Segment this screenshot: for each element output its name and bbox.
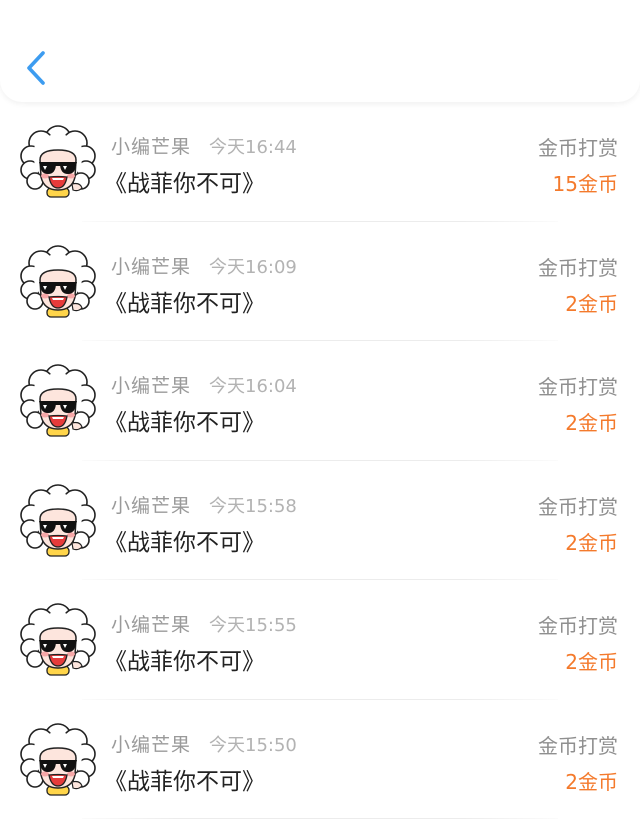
list-item[interactable]: 小编芒果 今天16:04 《战菲你不可》 金币打赏 2金币: [0, 341, 640, 461]
book-title[interactable]: 《战菲你不可》: [104, 642, 265, 676]
reward-type: 金币打赏: [538, 136, 618, 160]
reward-type: 金币打赏: [538, 375, 618, 399]
chevron-left-icon: [27, 51, 45, 85]
reward-amount: 2金币: [565, 530, 618, 555]
sender-name: 小编芒果: [111, 255, 192, 278]
reward-type: 金币打赏: [538, 494, 618, 519]
sender-name: 小编芒果: [111, 494, 192, 517]
book-title[interactable]: 《战菲你不可》: [104, 762, 265, 796]
sender-name: 小编芒果: [111, 375, 192, 397]
reward-type: 金币打赏: [538, 733, 618, 758]
reward-amount: 2金币: [565, 650, 618, 674]
avatar[interactable]: [18, 600, 98, 680]
sender-name: 小编芒果: [111, 733, 192, 756]
timestamp: 今天16:09: [209, 256, 297, 278]
book-title[interactable]: 《战菲你不可》: [104, 523, 265, 557]
list-item[interactable]: 小编芒果 今天15:50 《战菲你不可》 金币打赏 2金币: [0, 700, 640, 819]
timestamp: 今天15:55: [209, 615, 297, 636]
reward-amount: 2金币: [565, 291, 618, 316]
avatar[interactable]: [18, 481, 98, 561]
list-item[interactable]: 小编芒果 今天16:09 《战菲你不可》 金币打赏 2金币: [0, 222, 640, 341]
book-title[interactable]: 《战菲你不可》: [104, 164, 265, 198]
sender-name: 小编芒果: [111, 136, 192, 158]
list-item[interactable]: 小编芒果 今天15:58 《战菲你不可》 金币打赏 2金币: [0, 461, 640, 580]
list-item[interactable]: 小编芒果 今天16:44 《战菲你不可》 金币打赏 15金币: [0, 102, 640, 222]
divider: [82, 818, 558, 819]
timestamp: 今天15:50: [209, 734, 297, 756]
reward-amount: 2金币: [565, 411, 618, 435]
avatar[interactable]: [18, 720, 98, 800]
reward-list: 小编芒果 今天16:44 《战菲你不可》 金币打赏 15金币 小编芒果 今天16…: [0, 102, 640, 819]
reward-amount: 2金币: [565, 769, 618, 794]
book-title[interactable]: 《战菲你不可》: [104, 403, 265, 437]
timestamp: 今天16:44: [209, 137, 297, 158]
book-title[interactable]: 《战菲你不可》: [104, 284, 265, 318]
timestamp: 今天16:04: [209, 376, 297, 397]
reward-type: 金币打赏: [538, 255, 618, 280]
timestamp: 今天15:58: [209, 495, 297, 517]
avatar[interactable]: [18, 361, 98, 441]
list-item[interactable]: 小编芒果 今天15:55 《战菲你不可》 金币打赏 2金币: [0, 580, 640, 700]
reward-amount: 15金币: [552, 172, 618, 196]
avatar[interactable]: [18, 242, 98, 322]
sender-name: 小编芒果: [111, 614, 192, 636]
avatar[interactable]: [18, 122, 98, 202]
back-button[interactable]: [14, 44, 58, 92]
header-bar: [0, 0, 640, 102]
reward-type: 金币打赏: [538, 614, 618, 638]
